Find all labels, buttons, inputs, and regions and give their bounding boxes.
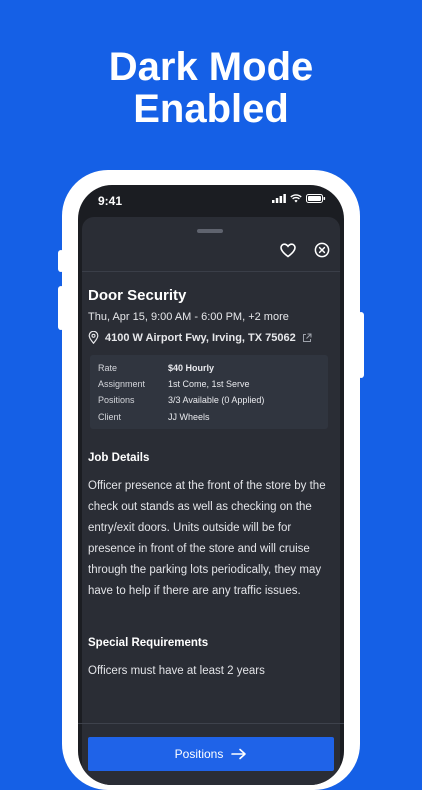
positions-button-label: Positions xyxy=(174,747,224,761)
info-row-client: Client JJ Wheels xyxy=(98,412,328,422)
divider xyxy=(82,271,340,272)
footer-divider xyxy=(78,723,344,724)
job-address-row[interactable]: 4100 W Airport Fwy, Irving, TX 75062 xyxy=(88,331,312,344)
headline-line-1: Dark Mode xyxy=(108,45,314,89)
info-row-assignment: Assignment 1st Come, 1st Serve xyxy=(98,379,328,389)
phone-side-button xyxy=(58,250,64,272)
info-label: Rate xyxy=(98,363,118,373)
info-label: Client xyxy=(98,412,122,422)
sheet-grabber[interactable] xyxy=(197,229,223,233)
info-label: Assignment xyxy=(98,379,146,389)
external-link-icon[interactable] xyxy=(302,333,312,343)
location-pin-icon xyxy=(88,331,99,344)
info-value: $40 Hourly xyxy=(168,363,215,373)
wifi-icon xyxy=(290,194,302,203)
info-row-positions: Positions 3/3 Available (0 Applied) xyxy=(98,395,328,405)
status-icons xyxy=(272,194,326,203)
info-label: Positions xyxy=(98,395,135,405)
info-row-rate: Rate $40 Hourly xyxy=(98,363,328,373)
status-bar: 9:41 xyxy=(78,185,344,215)
headline: Dark Mode Enabled xyxy=(0,46,422,130)
battery-icon xyxy=(306,194,326,203)
job-datetime: Thu, Apr 15, 9:00 AM - 6:00 PM, +2 more xyxy=(88,311,289,323)
job-title: Door Security xyxy=(88,287,187,304)
special-requirements-heading: Special Requirements xyxy=(88,637,209,649)
status-time: 9:41 xyxy=(98,194,123,208)
phone-screen: 9:41 Door Security Thu, Apr 15, 9:00 AM … xyxy=(78,185,344,785)
info-value: 3/3 Available (0 Applied) xyxy=(168,395,265,405)
phone-side-button xyxy=(58,286,64,330)
job-details-text: Officer presence at the front of the sto… xyxy=(88,480,326,597)
headline-line-2: Enabled xyxy=(133,87,289,131)
info-value: JJ Wheels xyxy=(168,412,210,422)
job-address: 4100 W Airport Fwy, Irving, TX 75062 xyxy=(105,331,296,344)
close-circle-icon[interactable] xyxy=(311,239,333,261)
heart-icon[interactable] xyxy=(277,239,299,261)
job-details-heading: Job Details xyxy=(88,452,150,464)
signal-icon xyxy=(272,194,286,203)
job-info-box: Rate $40 Hourly Assignment 1st Come, 1st… xyxy=(90,355,328,429)
info-value: 1st Come, 1st Serve xyxy=(168,379,250,389)
phone-side-button xyxy=(358,312,364,378)
special-requirements-text: Officers must have at least 2 years xyxy=(88,665,265,677)
job-detail-sheet: Door Security Thu, Apr 15, 9:00 AM - 6:0… xyxy=(78,217,344,785)
positions-button[interactable]: Positions xyxy=(88,737,334,771)
